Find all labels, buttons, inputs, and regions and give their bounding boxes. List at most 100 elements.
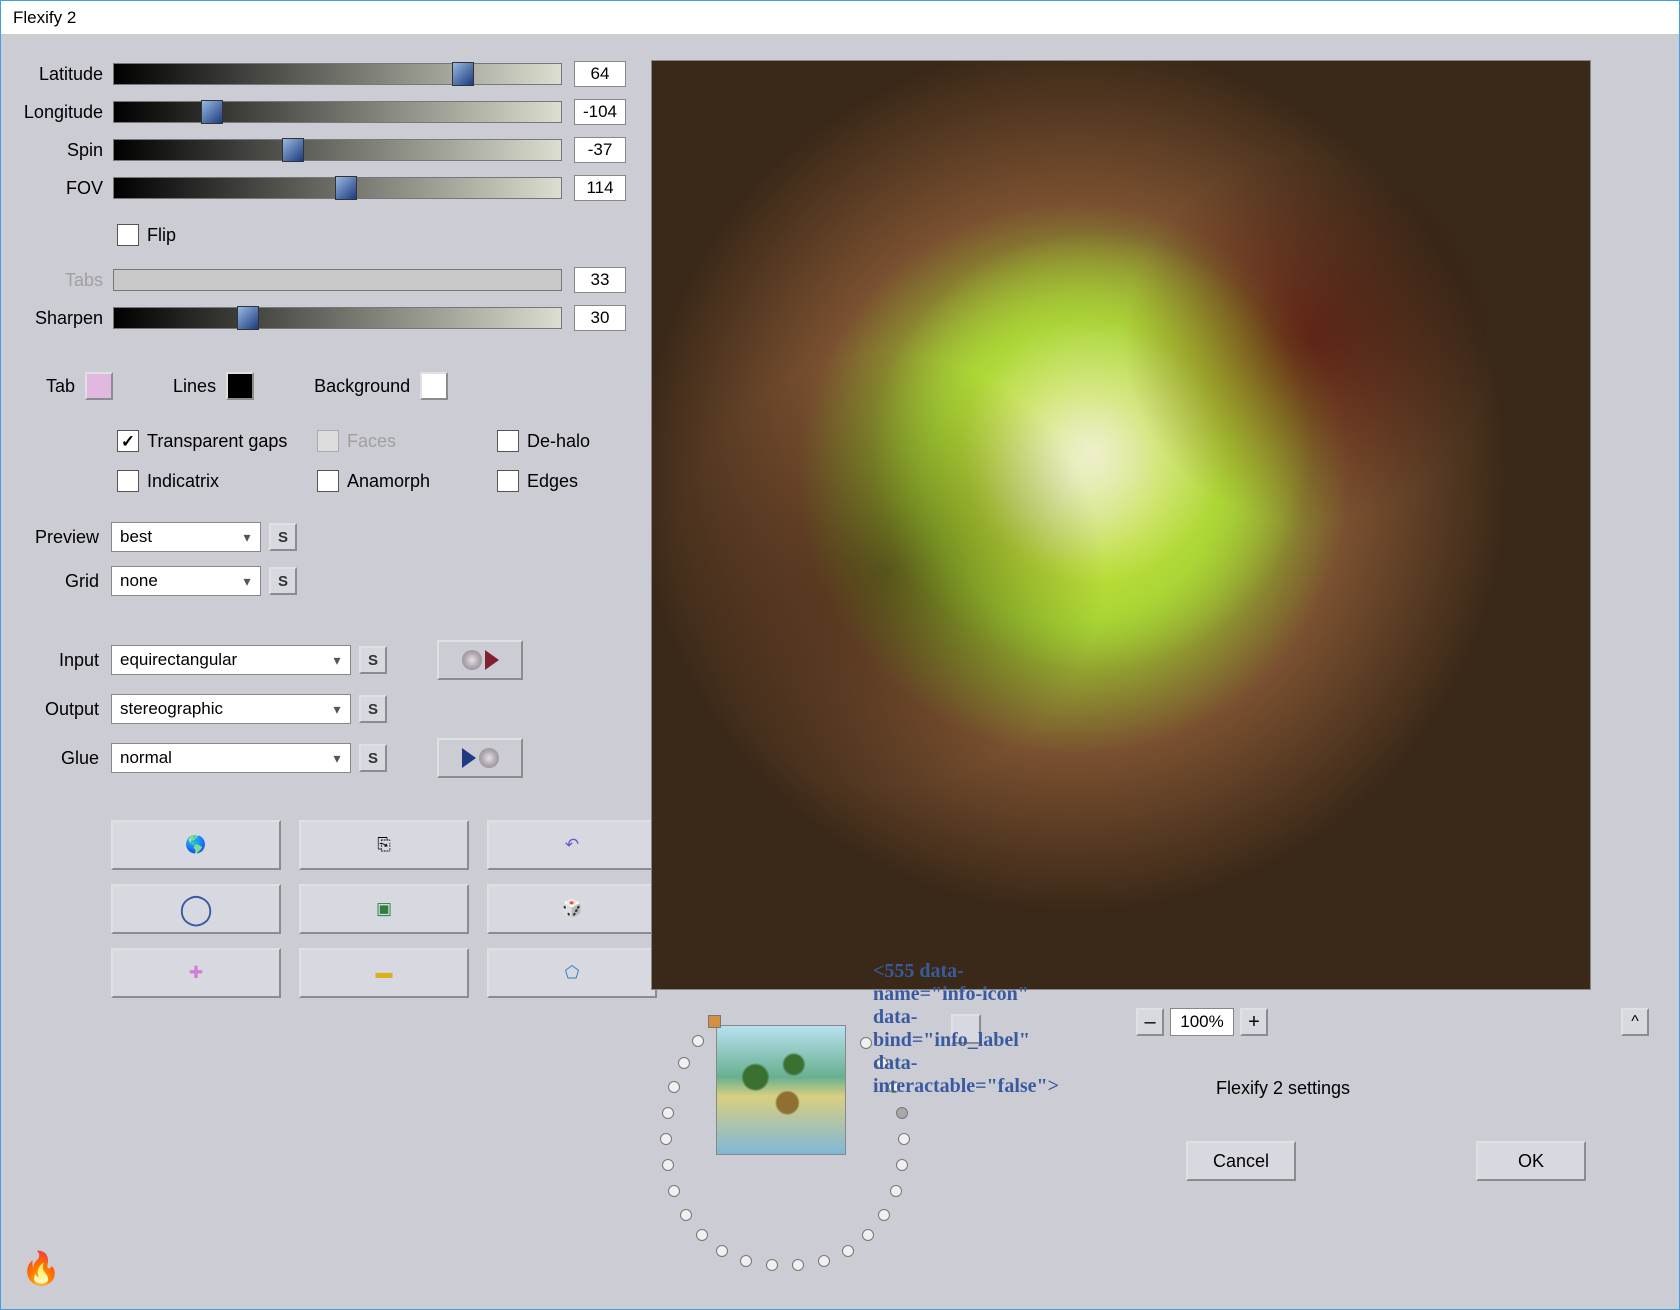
ring-dot-icon[interactable] — [740, 1255, 752, 1267]
info-button[interactable]: <555 data-name="info-icon" data-bind="in… — [951, 1014, 981, 1044]
ring-dot-icon[interactable] — [766, 1259, 778, 1271]
transparent-gaps-checkbox[interactable] — [117, 430, 139, 452]
copy-tool-button[interactable]: ⎘ — [299, 820, 469, 870]
ring-dot-icon[interactable] — [878, 1209, 890, 1221]
ring-dot-icon[interactable] — [662, 1159, 674, 1171]
brick-tool-button[interactable]: ▬ — [299, 948, 469, 998]
background-color-swatch[interactable] — [420, 372, 448, 400]
dialog-buttons: Cancel OK — [1186, 1141, 1649, 1181]
ring-dot-icon[interactable] — [680, 1209, 692, 1221]
dehalo-checkbox[interactable] — [497, 430, 519, 452]
preview-s-button[interactable]: S — [269, 523, 297, 551]
preview-image[interactable] — [651, 60, 1591, 990]
play-disc-button[interactable] — [437, 738, 523, 778]
tabs-label: Tabs — [1, 270, 113, 291]
ring-dot-icon[interactable] — [660, 1133, 672, 1145]
tool-grid: 🌎 ⎘ ↶ ◯ ▣ 🎲 ✚ ▬ ⬠ — [111, 820, 626, 998]
flip-label: Flip — [147, 225, 176, 246]
caret-up-button[interactable]: ^ — [1621, 1008, 1649, 1036]
latitude-slider[interactable] — [113, 63, 562, 85]
output-select[interactable]: stereographic▾ — [111, 694, 351, 724]
input-select[interactable]: equirectangular▾ — [111, 645, 351, 675]
latitude-label: Latitude — [1, 64, 113, 85]
ring-dot-icon[interactable] — [668, 1185, 680, 1197]
ring-dot-icon[interactable] — [678, 1057, 690, 1069]
zoom-out-button[interactable]: – — [1136, 1008, 1164, 1036]
longitude-value[interactable]: -104 — [574, 99, 626, 125]
ring-dot-icon[interactable] — [862, 1229, 874, 1241]
cross-icon: ✚ — [189, 963, 203, 983]
grid-select[interactable]: none▾ — [111, 566, 261, 596]
transparent-gaps-label: Transparent gaps — [147, 431, 287, 452]
color-row: Tab Lines Background — [46, 372, 626, 400]
edges-checkbox[interactable] — [497, 470, 519, 492]
indicatrix-checkbox[interactable] — [117, 470, 139, 492]
tabs-row: Tabs 33 — [1, 266, 626, 294]
ring-dot-icon[interactable] — [890, 1185, 902, 1197]
cross-tool-button[interactable]: ✚ — [111, 948, 281, 998]
glue-s-button[interactable]: S — [359, 744, 387, 772]
square-tool-button[interactable]: ▣ — [299, 884, 469, 934]
chevron-down-icon: ▾ — [238, 573, 256, 590]
globe-thumbnail[interactable] — [716, 1025, 846, 1155]
input-label: Input — [1, 650, 111, 671]
title-bar: Flexify 2 — [1, 1, 1679, 35]
ring-dot-icon[interactable] — [792, 1259, 804, 1271]
fov-slider[interactable] — [113, 177, 562, 199]
ring-marker-icon[interactable] — [708, 1015, 721, 1028]
preview-label: Preview — [1, 527, 111, 548]
window-title: Flexify 2 — [13, 8, 76, 27]
ring-dot-icon[interactable] — [896, 1107, 908, 1119]
spin-value[interactable]: -37 — [574, 137, 626, 163]
tabs-value[interactable]: 33 — [574, 267, 626, 293]
anamorph-checkbox[interactable] — [317, 470, 339, 492]
grid-row: Grid none▾ S — [1, 566, 626, 596]
ring-dot-icon[interactable] — [842, 1245, 854, 1257]
ring-dot-icon[interactable] — [668, 1081, 680, 1093]
globe-tool-button[interactable]: 🌎 — [111, 820, 281, 870]
ring-dot-icon[interactable] — [818, 1255, 830, 1267]
sharpen-label: Sharpen — [1, 308, 113, 329]
flip-checkbox[interactable] — [117, 224, 139, 246]
gem-tool-button[interactable]: ⬠ — [487, 948, 657, 998]
undo-tool-button[interactable]: ↶ — [487, 820, 657, 870]
cancel-button[interactable]: Cancel — [1186, 1141, 1296, 1181]
anamorph-label: Anamorph — [347, 471, 430, 492]
ring-tool-button[interactable]: ◯ — [111, 884, 281, 934]
input-s-button[interactable]: S — [359, 646, 387, 674]
ring-dot-icon[interactable] — [716, 1245, 728, 1257]
fov-label: FOV — [1, 178, 113, 199]
tab-color-swatch[interactable] — [85, 372, 113, 400]
output-s-button[interactable]: S — [359, 695, 387, 723]
faces-checkbox — [317, 430, 339, 452]
dehalo-label: De-halo — [527, 431, 590, 452]
faces-label: Faces — [347, 431, 396, 452]
zoom-in-button[interactable]: + — [1240, 1008, 1268, 1036]
glue-select[interactable]: normal▾ — [111, 743, 351, 773]
ring-dot-icon[interactable] — [662, 1107, 674, 1119]
lines-color-swatch[interactable] — [226, 372, 254, 400]
fire-icon[interactable]: 🔥 — [21, 1249, 61, 1287]
grid-s-button[interactable]: S — [269, 567, 297, 595]
dice-tool-button[interactable]: 🎲 — [487, 884, 657, 934]
sharpen-slider[interactable] — [113, 307, 562, 329]
ok-button[interactable]: OK — [1476, 1141, 1586, 1181]
zoom-value[interactable]: 100% — [1170, 1008, 1234, 1036]
ring-dot-icon[interactable] — [896, 1159, 908, 1171]
preview-select[interactable]: best▾ — [111, 522, 261, 552]
sharpen-value[interactable]: 30 — [574, 305, 626, 331]
disc-play-button[interactable] — [437, 640, 523, 680]
background-color-label: Background — [314, 376, 410, 397]
fov-value[interactable]: 114 — [574, 175, 626, 201]
ring-dot-icon[interactable] — [860, 1037, 872, 1049]
ring-dot-icon[interactable] — [898, 1133, 910, 1145]
ring-dot-icon[interactable] — [692, 1035, 704, 1047]
spin-slider[interactable] — [113, 139, 562, 161]
chevron-down-icon: ▾ — [328, 701, 346, 718]
preview-panel: <555 data-name="info-icon" data-bind="in… — [651, 35, 1679, 1309]
longitude-label: Longitude — [1, 102, 113, 123]
latitude-value[interactable]: 64 — [574, 61, 626, 87]
ring-dot-icon[interactable] — [696, 1229, 708, 1241]
longitude-slider[interactable] — [113, 101, 562, 123]
tab-color-label: Tab — [46, 376, 75, 397]
